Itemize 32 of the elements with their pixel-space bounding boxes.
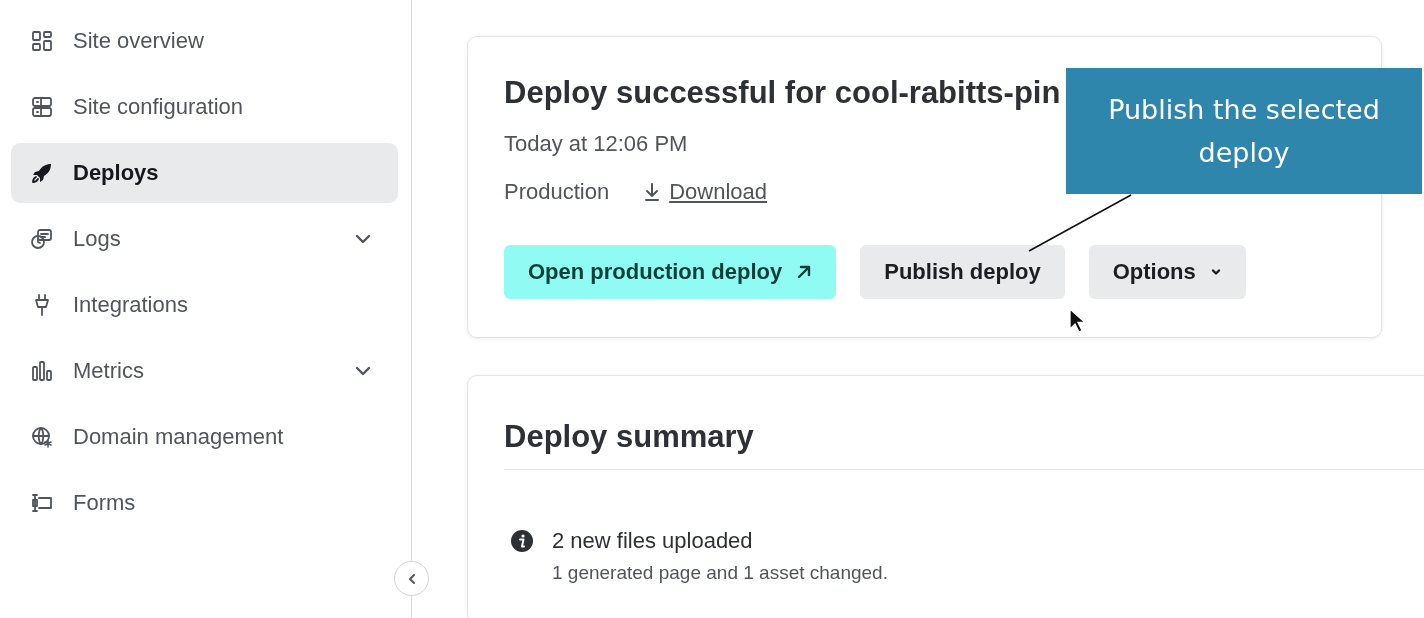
summary-title: Deploy summary <box>504 418 755 456</box>
options-button[interactable]: Options <box>1088 245 1246 299</box>
open-deploy-button[interactable]: Open production deploy <box>504 245 837 299</box>
sidebar-item[interactable]: Forms <box>11 473 398 533</box>
sidebar-item[interactable]: Metrics <box>11 341 398 401</box>
sidebar-item[interactable]: Domain management <box>11 407 398 467</box>
bar-chart-icon <box>30 359 54 383</box>
deploy-context: Production <box>504 179 610 205</box>
globe-icon <box>30 425 54 449</box>
grid-icon <box>30 29 54 53</box>
download-link[interactable]: Download <box>643 179 768 205</box>
chevron-down-icon <box>1209 266 1222 278</box>
summary-item-title: 2 new files uploaded <box>552 528 754 554</box>
publish-button[interactable]: Publish deploy <box>860 245 1065 299</box>
deploy-time: Today at 12:06 PM <box>504 131 688 157</box>
collapse-sidebar-button[interactable] <box>394 561 429 596</box>
sidebar-item[interactable]: Logs <box>11 209 398 269</box>
sidebar-item[interactable]: Deploys <box>11 143 398 203</box>
external-link-icon <box>796 264 813 280</box>
summary-item-detail: 1 generated page and 1 asset changed. <box>552 562 888 584</box>
form-icon <box>30 491 54 515</box>
clock-icon <box>30 227 54 251</box>
server-icon <box>30 95 54 119</box>
deploy-title: Deploy successful for cool-rabitts-pin <box>504 75 1061 111</box>
download-icon <box>643 182 662 202</box>
tooltip: Publish the selected deploy <box>1066 68 1422 194</box>
rocket-icon <box>30 161 54 185</box>
sidebar-item[interactable]: Site configuration <box>11 77 398 137</box>
info-icon <box>510 529 534 553</box>
sidebar-item[interactable]: Integrations <box>11 275 398 335</box>
mouse-pointer-icon <box>1068 308 1086 334</box>
sidebar-item[interactable]: Site overview <box>11 11 398 71</box>
